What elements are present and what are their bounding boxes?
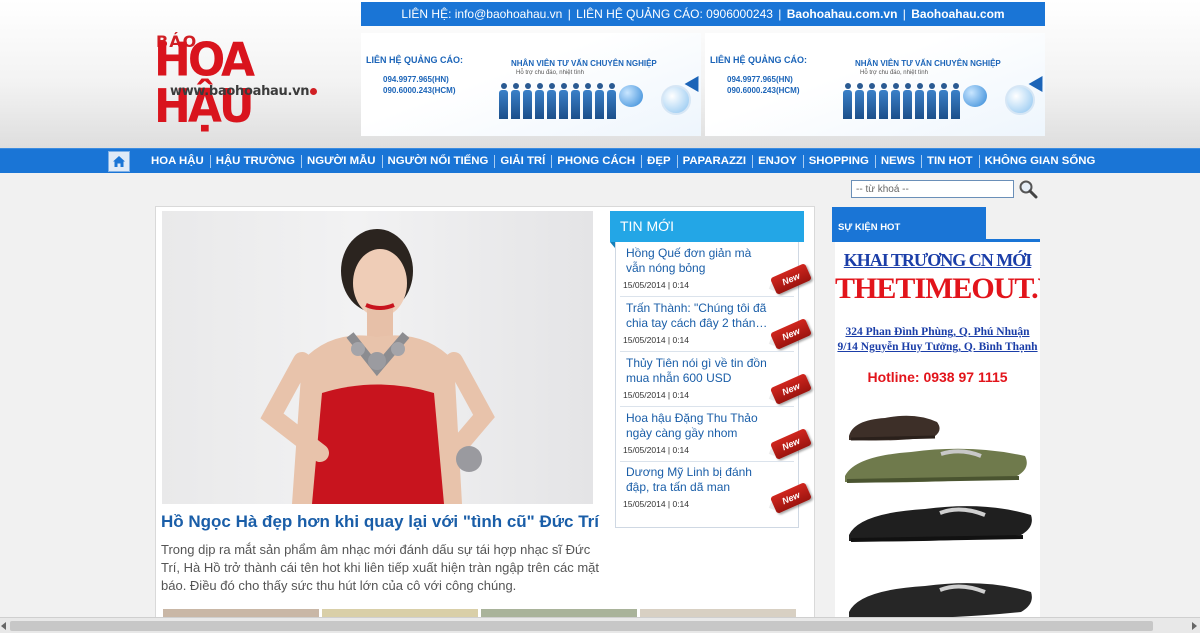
- banner-ad-1[interactable]: LIÊN HỆ QUẢNG CÁO: 094.9977.965(HN) 090.…: [361, 33, 701, 136]
- separator: |: [567, 7, 571, 21]
- hot-events-label: SỰ KIỆN HOT: [838, 222, 901, 233]
- magnifier-icon: [1019, 180, 1038, 199]
- site-link-com[interactable]: Baohoahau.com: [911, 7, 1004, 21]
- banner-phone-hn: 094.9977.965(HN): [383, 75, 449, 84]
- nav-item-phong-cach[interactable]: PHONG CÁCH: [551, 149, 641, 174]
- nav-item-shopping[interactable]: SHOPPING: [802, 149, 875, 174]
- news-title[interactable]: Hoa hậu Đặng Thu Thảo ngày càng gầy nhom: [620, 411, 796, 441]
- banner-phone-hn: 094.9977.965(HN): [727, 75, 793, 84]
- nav-item-nguoi-noi-tieng[interactable]: NGƯỜI NỔI TIẾNG: [381, 149, 495, 174]
- nav-item-tin-hot[interactable]: TIN HOT: [921, 149, 979, 174]
- latest-news-label: TIN MỚI: [620, 218, 674, 234]
- featured-article-image[interactable]: [162, 211, 593, 504]
- banner-headline: NHÂN VIÊN TƯ VẤN CHUYÊN NGHIỆP: [511, 59, 657, 68]
- nav-item-enjoy[interactable]: ENJOY: [752, 149, 803, 174]
- news-item[interactable]: Thủy Tiên nói gì về tin đồn mua nhẫn 600…: [620, 356, 813, 407]
- ad-address-1: 324 Phan Đình Phùng, Q. Phú Nhuận: [845, 326, 1030, 338]
- nav-item-dep[interactable]: ĐẸP: [641, 149, 676, 174]
- ads-contact[interactable]: LIÊN HỆ QUẢNG CÁO: 0906000243: [576, 2, 773, 26]
- site-logo[interactable]: BÁO HOA HẬU www.baohoahau.vn: [152, 32, 357, 130]
- news-date: 15/05/2014 | 0:14: [623, 445, 690, 455]
- home-icon: [113, 156, 125, 167]
- globe-icon: [1005, 85, 1035, 115]
- banner-subline: Hỗ trợ chu đáo, nhiệt tình: [860, 70, 928, 76]
- featured-article-title[interactable]: Hồ Ngọc Hà đẹp hơn khi quay lại với "tìn…: [161, 512, 601, 532]
- logo-url-text: www.baohoahau.vn: [170, 84, 318, 99]
- main-nav: HOA HẬU HẬU TRƯỜNG NGƯỜI MẪU NGƯỜI NỔI T…: [0, 148, 1200, 173]
- search-button[interactable]: [1018, 179, 1038, 199]
- banner-title: LIÊN HỆ QUẢNG CÁO:: [710, 55, 808, 65]
- news-date: 15/05/2014 | 0:14: [623, 390, 690, 400]
- banner-subline: Hỗ trợ chu đáo, nhiệt tình: [516, 70, 584, 76]
- news-item[interactable]: Trấn Thành: "Chúng tôi đã chia tay cách …: [620, 301, 813, 352]
- globe-icon: [963, 85, 987, 107]
- site-link-com-vn[interactable]: Baohoahau.com.vn: [787, 7, 898, 21]
- nav-item-nguoi-mau[interactable]: NGƯỜI MẪU: [301, 149, 382, 174]
- nav-menu: HOA HẬU HẬU TRƯỜNG NGƯỜI MẪU NGƯỜI NỔI T…: [145, 149, 1101, 174]
- featured-article-description: Trong dịp ra mắt sản phẩm âm nhạc mới đá…: [161, 542, 599, 593]
- horizontal-scrollbar[interactable]: [0, 617, 1200, 633]
- news-item[interactable]: Hoa hậu Đặng Thu Thảo ngày càng gầy nhom…: [620, 411, 813, 462]
- separator: |: [778, 7, 782, 21]
- nav-home-button[interactable]: [108, 151, 130, 172]
- news-date: 15/05/2014 | 0:14: [623, 499, 690, 509]
- banner-phone-hcm: 090.6000.243(HCM): [383, 86, 456, 95]
- ad-brand: THETIMEOUT.VN: [835, 272, 1040, 305]
- contact-email[interactable]: LIÊN HỆ: info@baohoahau.vn: [401, 2, 562, 26]
- scroll-right-arrow-icon[interactable]: [1192, 622, 1197, 630]
- news-date: 15/05/2014 | 0:14: [623, 335, 690, 345]
- nav-item-hoa-hau[interactable]: HOA HẬU: [145, 149, 210, 174]
- news-title[interactable]: Thủy Tiên nói gì về tin đồn mua nhẫn 600…: [620, 356, 796, 386]
- news-title[interactable]: Trấn Thành: "Chúng tôi đã chia tay cách …: [620, 301, 796, 331]
- search-input[interactable]: [851, 180, 1014, 198]
- separator: |: [902, 7, 906, 21]
- top-contact-bar: LIÊN HỆ: info@baohoahau.vn | LIÊN HỆ QUẢ…: [361, 2, 1045, 26]
- banner-headline: NHÂN VIÊN TƯ VẤN CHUYÊN NGHIỆP: [855, 59, 1001, 68]
- ad-hotline: Hotline: 0938 97 1115: [867, 369, 1008, 385]
- banner-phone-hcm: 090.6000.243(HCM): [727, 86, 800, 95]
- hot-events-tab[interactable]: SỰ KIỆN HOT: [832, 207, 986, 240]
- news-title[interactable]: Hồng Quế đơn giản mà vẫn nóng bỏng: [620, 246, 796, 276]
- nav-item-khong-gian-song[interactable]: KHÔNG GIAN SỐNG: [978, 149, 1102, 174]
- ad-address-2: 9/14 Nguyễn Huy Tưởng, Q. Bình Thạnh: [837, 341, 1038, 353]
- news-item[interactable]: Dương Mỹ Linh bị đánh đập, tra tấn dã ma…: [620, 465, 813, 514]
- news-item[interactable]: Hồng Quế đơn giản mà vẫn nóng bỏng 15/05…: [620, 246, 813, 297]
- shoe-image: [845, 448, 1027, 483]
- banner-title: LIÊN HỆ QUẢNG CÁO:: [366, 55, 464, 65]
- nav-item-giai-tri[interactable]: GIẢI TRÍ: [494, 149, 551, 174]
- news-date: 15/05/2014 | 0:14: [623, 280, 690, 290]
- news-title[interactable]: Dương Mỹ Linh bị đánh đập, tra tấn dã ma…: [620, 465, 796, 495]
- globe-icon: [661, 85, 691, 115]
- scrollbar-thumb[interactable]: [10, 621, 1153, 631]
- scroll-left-arrow-icon[interactable]: [1, 622, 6, 630]
- nav-item-paparazzi[interactable]: PAPARAZZI: [676, 149, 753, 174]
- ad-headline: KHAI TRƯƠNG CN MỚI: [843, 250, 1033, 270]
- hot-event-ad[interactable]: KHAI TRƯƠNG CN MỚI THETIMEOUT.VN 324 Pha…: [835, 242, 1040, 626]
- nav-item-hau-truong[interactable]: HẬU TRƯỜNG: [209, 149, 301, 174]
- globe-icon: [619, 85, 643, 107]
- nav-item-news[interactable]: NEWS: [874, 149, 921, 174]
- latest-news-tab[interactable]: TIN MỚI: [610, 211, 804, 248]
- shoe-image: [849, 506, 1032, 542]
- banner-ad-2[interactable]: LIÊN HỆ QUẢNG CÁO: 094.9977.965(HN) 090.…: [705, 33, 1045, 136]
- shoe-image: [849, 583, 1032, 619]
- featured-photo-illustration: [260, 229, 495, 504]
